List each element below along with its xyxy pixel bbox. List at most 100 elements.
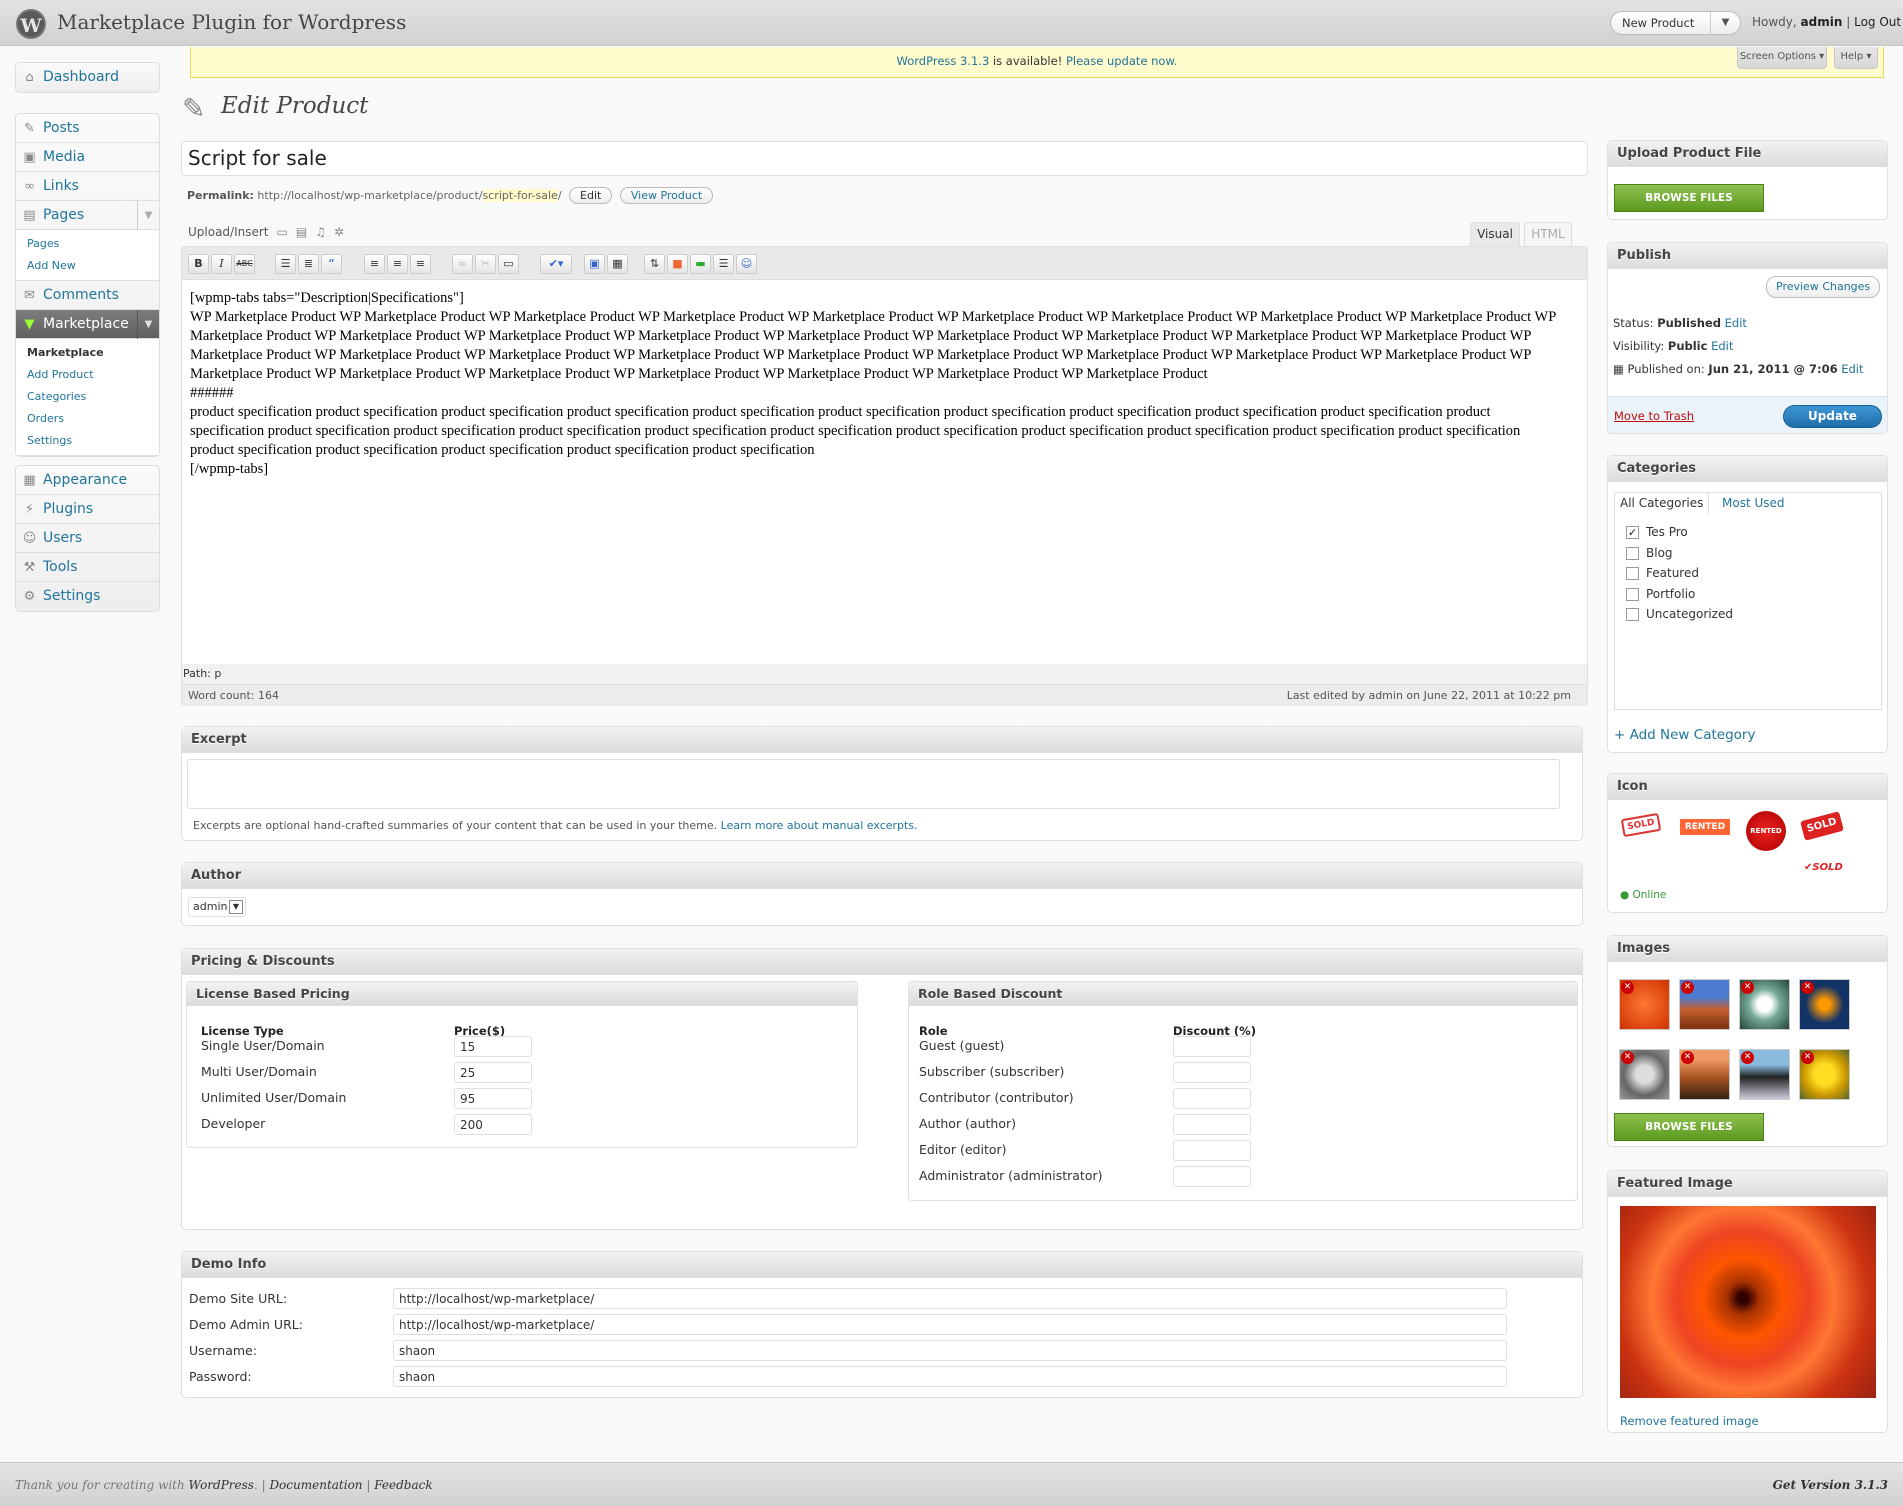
author-title[interactable]: Author: [182, 863, 1582, 889]
menu-tools[interactable]: ⚒ Tools: [16, 553, 159, 582]
move-to-trash-link[interactable]: Move to Trash: [1614, 409, 1694, 423]
add-video-icon[interactable]: ▤: [296, 225, 307, 239]
role-discount-input[interactable]: [1173, 1166, 1251, 1187]
role-discount-input[interactable]: [1173, 1088, 1251, 1109]
license-price-input[interactable]: 25: [454, 1062, 532, 1083]
menu-media[interactable]: ▣ Media: [16, 143, 159, 172]
license-price-input[interactable]: 15: [454, 1036, 532, 1057]
site-title[interactable]: Marketplace Plugin for Wordpress: [57, 10, 406, 34]
menu-comments[interactable]: ✉ Comments: [16, 281, 159, 310]
image-thumb[interactable]: ✕: [1799, 979, 1850, 1030]
featured-image[interactable]: [1620, 1206, 1876, 1398]
demo-admin-url-input[interactable]: http://localhost/wp-marketplace/: [393, 1314, 1507, 1335]
dropdown-arrow-icon[interactable]: ▼: [1710, 12, 1740, 34]
browse-files-button[interactable]: BROWSE FILES: [1614, 184, 1764, 212]
update-button[interactable]: Update: [1783, 405, 1882, 428]
sold-stamp-icon[interactable]: SOLD: [1620, 812, 1662, 838]
blockquote-icon[interactable]: “: [321, 254, 342, 274]
remove-image-icon[interactable]: ✕: [1741, 981, 1754, 994]
footer-feedback-link[interactable]: Feedback: [374, 1478, 432, 1492]
fullscreen-icon[interactable]: ▣: [584, 254, 605, 274]
menu-dashboard[interactable]: ⌂ Dashboard: [16, 63, 159, 92]
plugin-grid-icon[interactable]: ■: [667, 254, 688, 274]
category-checkbox[interactable]: [1626, 608, 1639, 621]
submenu-add-product[interactable]: Add Product: [16, 364, 159, 386]
demo-info-title[interactable]: Demo Info: [182, 1252, 1582, 1278]
excerpt-textarea[interactable]: [187, 759, 1560, 809]
remove-image-icon[interactable]: ✕: [1741, 1051, 1754, 1064]
publish-title[interactable]: Publish: [1608, 243, 1887, 269]
role-discount-input[interactable]: [1173, 1062, 1251, 1083]
featured-image-title[interactable]: Featured Image: [1608, 1171, 1887, 1197]
remove-featured-image-link[interactable]: Remove featured image: [1620, 1414, 1759, 1428]
username-input[interactable]: shaon: [393, 1340, 1507, 1361]
menu-users[interactable]: ☺ Users: [16, 524, 159, 553]
permalink-slug[interactable]: script-for-sale: [482, 189, 558, 202]
tab-html[interactable]: HTML: [1524, 222, 1572, 246]
excerpt-title[interactable]: Excerpt: [182, 727, 1582, 753]
more-tag-icon[interactable]: ▭: [498, 254, 519, 274]
align-center-icon[interactable]: ≡: [387, 254, 408, 274]
rented-label-icon[interactable]: RENTED: [1680, 819, 1730, 835]
footer-version[interactable]: Get Version 3.1.3: [1773, 1463, 1888, 1506]
submenu-pages[interactable]: Pages: [16, 233, 159, 255]
wordpress-logo-icon[interactable]: W: [16, 9, 46, 39]
new-product-dropdown[interactable]: New Product ▼: [1610, 11, 1741, 35]
category-checkbox[interactable]: [1626, 547, 1639, 560]
remove-image-icon[interactable]: ✕: [1681, 981, 1694, 994]
view-product-button[interactable]: View Product: [619, 187, 714, 204]
image-thumb[interactable]: ✕: [1799, 1049, 1850, 1100]
strikethrough-icon[interactable]: ABC: [234, 254, 255, 274]
wordpress-version-link[interactable]: WordPress 3.1.3: [897, 54, 990, 68]
sold-check-icon[interactable]: ✔SOLD: [1804, 862, 1843, 873]
username-link[interactable]: admin: [1801, 15, 1843, 29]
remove-image-icon[interactable]: ✕: [1621, 1051, 1634, 1064]
menu-settings[interactable]: ⚙ Settings: [16, 582, 159, 611]
add-image-icon[interactable]: ▭: [277, 225, 288, 239]
numbered-list-icon[interactable]: ≣: [298, 254, 319, 274]
image-thumb[interactable]: ✕: [1679, 1049, 1730, 1100]
menu-appearance[interactable]: ▦ Appearance: [16, 466, 159, 495]
submenu-settings[interactable]: Settings: [16, 430, 159, 452]
update-now-link[interactable]: Please update now.: [1066, 54, 1177, 68]
bold-icon[interactable]: B: [188, 254, 209, 274]
menu-links[interactable]: ∞ Links: [16, 172, 159, 201]
image-thumb[interactable]: ✕: [1739, 979, 1790, 1030]
category-checkbox[interactable]: [1626, 567, 1639, 580]
post-title-input[interactable]: Script for sale: [181, 141, 1588, 176]
license-price-input[interactable]: 200: [454, 1114, 532, 1135]
author-select[interactable]: admin ▼: [188, 897, 246, 917]
tab-most-used[interactable]: Most Used: [1722, 496, 1785, 510]
unlink-icon[interactable]: ✂: [475, 254, 496, 274]
categories-title[interactable]: Categories: [1608, 456, 1887, 482]
pricing-title[interactable]: Pricing & Discounts: [182, 949, 1582, 975]
chevron-down-icon[interactable]: ▼: [137, 201, 159, 230]
images-title[interactable]: Images: [1608, 936, 1887, 962]
role-discount-input[interactable]: [1173, 1140, 1251, 1161]
footer-wordpress-link[interactable]: WordPress: [189, 1478, 254, 1492]
bullet-list-icon[interactable]: ☰: [275, 254, 296, 274]
submenu-orders[interactable]: Orders: [16, 408, 159, 430]
footer-documentation-link[interactable]: Documentation: [269, 1478, 362, 1492]
spellcheck-icon[interactable]: ✔▾: [540, 254, 572, 274]
image-thumb[interactable]: ✕: [1619, 1049, 1670, 1100]
license-price-input[interactable]: 95: [454, 1088, 532, 1109]
align-left-icon[interactable]: ≡: [364, 254, 385, 274]
remove-image-icon[interactable]: ✕: [1681, 1051, 1694, 1064]
submenu-marketplace[interactable]: Marketplace: [16, 342, 159, 364]
link-icon[interactable]: ∞: [452, 254, 473, 274]
plugin-lines-icon[interactable]: ☰: [713, 254, 734, 274]
sort-icon[interactable]: ⇅: [644, 254, 665, 274]
image-thumb[interactable]: ✕: [1739, 1049, 1790, 1100]
category-checkbox-checked[interactable]: ✓: [1626, 526, 1639, 539]
menu-pages[interactable]: ▤ Pages ▼: [16, 201, 159, 230]
role-discount-input[interactable]: [1173, 1114, 1251, 1135]
image-thumb[interactable]: ✕: [1679, 979, 1730, 1030]
submenu-add-new[interactable]: Add New: [16, 255, 159, 277]
excerpt-learn-more-link[interactable]: Learn more about manual excerpts.: [721, 819, 918, 832]
plugin-bars-icon[interactable]: ▬: [690, 254, 711, 274]
edit-visibility-link[interactable]: Edit: [1711, 339, 1733, 353]
icon-title[interactable]: Icon: [1608, 774, 1887, 800]
sold-tag-icon[interactable]: SOLD: [1800, 811, 1844, 841]
upload-file-title[interactable]: Upload Product File: [1608, 141, 1887, 167]
